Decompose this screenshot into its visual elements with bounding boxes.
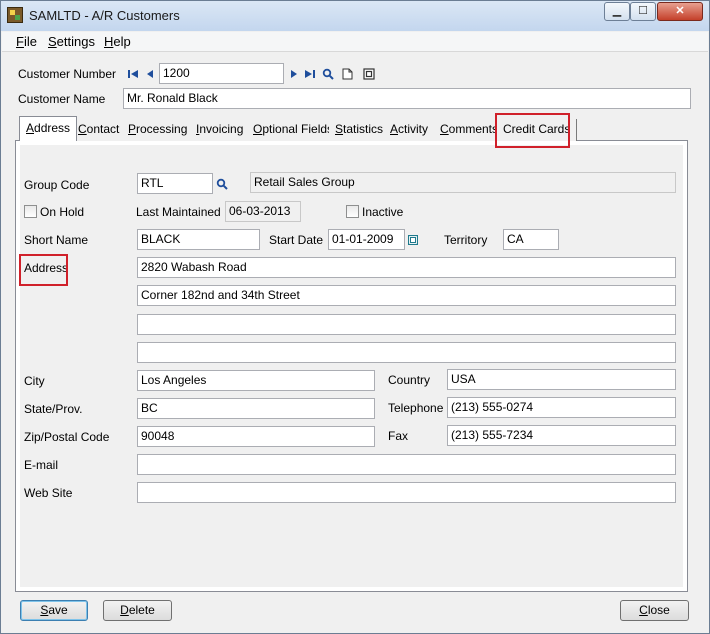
app-icon — [7, 7, 23, 23]
zip-field[interactable]: 90048 — [137, 426, 375, 447]
new-record-icon[interactable] — [341, 68, 353, 80]
last-maintained-field: 06-03-2013 — [225, 201, 301, 222]
telephone-label: Telephone — [388, 401, 444, 415]
country-field[interactable]: USA — [447, 369, 676, 390]
minimize-button[interactable]: ▁ — [604, 2, 630, 21]
start-date-label: Start Date — [269, 233, 324, 247]
email-field[interactable] — [137, 454, 676, 475]
city-field[interactable]: Los Angeles — [137, 370, 375, 391]
menu-file[interactable]: File — [16, 34, 37, 49]
close-window-button[interactable]: ✕ — [657, 2, 703, 21]
address-line-1[interactable]: 2820 Wabash Road — [137, 257, 676, 278]
email-label: E-mail — [24, 458, 59, 472]
customer-name-field[interactable]: Mr. Ronald Black — [123, 88, 691, 109]
last-record-icon[interactable] — [304, 68, 316, 80]
group-code-label: Group Code — [24, 178, 90, 192]
menu-bar: File Settings Help — [2, 32, 708, 52]
tab-statistics[interactable]: Statistics — [329, 119, 391, 141]
tab-processing[interactable]: Processing — [122, 119, 195, 141]
tab-credit-cards[interactable]: Credit Cards — [497, 119, 578, 141]
calendar-icon[interactable] — [408, 235, 418, 245]
state-field[interactable]: BC — [137, 398, 375, 419]
customer-number-field[interactable]: 1200 — [159, 63, 284, 84]
country-label: Country — [388, 373, 431, 387]
state-label: State/Prov. — [24, 402, 83, 416]
tab-address[interactable]: Address — [19, 116, 78, 141]
tab-optional-fields[interactable]: Optional Fields — [247, 119, 341, 141]
last-maintained-label: Last Maintained — [136, 205, 221, 219]
tab-activity[interactable]: Activity — [384, 119, 436, 141]
on-hold-checkbox[interactable] — [24, 205, 37, 218]
save-button[interactable]: Save — [20, 600, 88, 621]
tab-comments[interactable]: Comments — [434, 119, 506, 141]
on-hold-label: On Hold — [40, 205, 85, 219]
address-line-4[interactable] — [137, 342, 676, 363]
finder-icon[interactable] — [322, 68, 334, 80]
first-record-icon[interactable] — [127, 68, 139, 80]
zip-label: Zip/Postal Code — [24, 430, 110, 444]
inactive-checkbox[interactable] — [346, 205, 359, 218]
inactive-label: Inactive — [362, 205, 404, 219]
customer-number-label: Customer Number — [18, 67, 117, 81]
window-title: SAMLTD - A/R Customers — [29, 8, 180, 23]
tab-invoicing[interactable]: Invoicing — [190, 119, 251, 141]
territory-label: Territory — [444, 233, 488, 247]
address-label: Address — [24, 261, 69, 275]
zoom-icon[interactable] — [363, 68, 375, 80]
website-label: Web Site — [24, 486, 73, 500]
territory-field[interactable]: CA — [503, 229, 559, 250]
short-name-label: Short Name — [24, 233, 89, 247]
maximize-button[interactable]: ☐ — [630, 2, 656, 21]
group-code-finder-icon[interactable] — [216, 178, 228, 190]
close-button[interactable]: Close — [620, 600, 689, 621]
start-date-field[interactable]: 01-01-2009 — [328, 229, 405, 250]
delete-button[interactable]: Delete — [103, 600, 172, 621]
telephone-field[interactable]: (213) 555-0274 — [447, 397, 676, 418]
customer-name-label: Customer Name — [18, 92, 106, 106]
website-field[interactable] — [137, 482, 676, 503]
group-code-field[interactable]: RTL — [137, 173, 213, 194]
city-label: City — [24, 374, 45, 388]
fax-field[interactable]: (213) 555-7234 — [447, 425, 676, 446]
address-line-2[interactable]: Corner 182nd and 34th Street — [137, 285, 676, 306]
menu-help[interactable]: Help — [104, 34, 131, 49]
group-description-field: Retail Sales Group — [250, 172, 676, 193]
menu-settings[interactable]: Settings — [48, 34, 95, 49]
next-record-icon[interactable] — [288, 68, 300, 80]
ar-customers-window: SAMLTD - A/R Customers ▁ ☐ ✕ File Settin… — [0, 0, 710, 634]
tab-contact[interactable]: Contact — [72, 119, 127, 141]
short-name-field[interactable]: BLACK — [137, 229, 260, 250]
fax-label: Fax — [388, 429, 409, 443]
address-line-3[interactable] — [137, 314, 676, 335]
title-bar: SAMLTD - A/R Customers ▁ ☐ ✕ — [1, 1, 709, 31]
previous-record-icon[interactable] — [144, 68, 156, 80]
